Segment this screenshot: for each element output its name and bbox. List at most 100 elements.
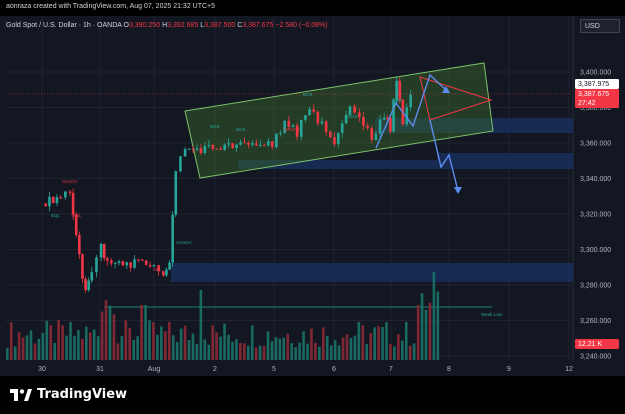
- volume-bar: [164, 331, 167, 360]
- x-tick-label: 5: [272, 366, 276, 373]
- volume-bar: [318, 346, 321, 360]
- volume-bar: [171, 335, 175, 360]
- tradingview-brand[interactable]: TradingView: [10, 387, 127, 402]
- candle-body: [215, 148, 219, 150]
- candle-body: [106, 258, 109, 261]
- y-tick-label: 3,320.000: [580, 212, 611, 219]
- volume-bar: [432, 272, 436, 360]
- volume-bar: [294, 347, 297, 360]
- volume-bar: [377, 326, 380, 360]
- candle-body: [366, 125, 369, 129]
- volume-bar: [140, 305, 143, 360]
- x-tick-label: 12: [565, 366, 573, 373]
- candle-body: [266, 141, 270, 146]
- candle-body: [102, 243, 106, 259]
- volume-bar: [124, 320, 128, 360]
- candle-body: [279, 132, 282, 134]
- volume-bar: [25, 335, 29, 360]
- candle-body: [287, 120, 291, 127]
- volume-bar: [369, 333, 372, 360]
- structure-label: BOS: [236, 127, 246, 132]
- volume-bar: [57, 320, 60, 360]
- volume-bar: [211, 325, 214, 360]
- volume-bar: [61, 325, 64, 360]
- volume-bar: [104, 300, 108, 360]
- volume-bar: [77, 329, 80, 360]
- candle-body: [195, 148, 199, 150]
- brand-text: TradingView: [37, 387, 128, 402]
- y-tick-label: 3,300.000: [580, 247, 611, 254]
- candle-body: [333, 137, 336, 145]
- structure-label: BSL: [73, 213, 82, 218]
- volume-bar: [401, 340, 404, 360]
- volume-bar: [243, 343, 246, 360]
- volume-bar: [215, 332, 218, 360]
- x-tick-label: Aug: [148, 366, 161, 373]
- candle-body: [64, 191, 67, 198]
- candle-body: [207, 144, 211, 147]
- volume-bar: [329, 345, 333, 360]
- candle-body: [358, 112, 361, 117]
- candle-body: [165, 269, 168, 276]
- candle-body: [259, 144, 262, 146]
- candle-body: [162, 271, 165, 276]
- volume-bar: [416, 305, 420, 360]
- symbol-name[interactable]: Gold Spot / U.S. Dollar · 1h · OANDA: [6, 22, 122, 29]
- candle-body: [353, 106, 356, 113]
- candle-body: [255, 143, 258, 146]
- price-chart[interactable]: 3,400.0003,380.0003,360.0003,340.0003,32…: [0, 16, 625, 376]
- volume-bar: [41, 332, 45, 360]
- volume-bar: [100, 311, 104, 360]
- candle-body: [243, 142, 246, 144]
- candle-body: [203, 146, 207, 153]
- arrowhead-down: [454, 187, 462, 194]
- high-value: 3,392.685: [167, 22, 199, 29]
- volume-bar: [274, 337, 278, 360]
- candle-body: [68, 191, 72, 193]
- volume-bar: [21, 337, 25, 360]
- candle-body: [304, 115, 307, 120]
- volume-bar: [231, 341, 234, 360]
- currency-button[interactable]: USD: [580, 19, 620, 33]
- candle-body: [55, 197, 59, 204]
- x-tick-label: 7: [389, 366, 393, 373]
- candle-body: [174, 171, 178, 215]
- volume-bar: [290, 343, 293, 360]
- volume-bar: [412, 343, 416, 360]
- volume-bar: [219, 336, 222, 360]
- last-price-label: 3,387.675: [578, 91, 609, 98]
- candle-body: [247, 142, 250, 145]
- volume-bar: [258, 345, 262, 360]
- volume-bar: [227, 334, 230, 360]
- candle-body: [137, 259, 140, 261]
- volume-bar: [365, 344, 369, 360]
- volume-bar: [45, 320, 49, 360]
- volume-bar: [404, 321, 408, 360]
- volume-bar: [195, 344, 199, 360]
- candle-body: [370, 128, 374, 140]
- volume-bar: [183, 325, 187, 360]
- candle-body: [84, 278, 87, 291]
- volume-bar: [357, 322, 361, 360]
- candle-body: [81, 254, 84, 279]
- structure-label: CHoCH: [62, 179, 78, 184]
- volume-bar: [270, 341, 274, 360]
- volume-bar: [116, 343, 120, 360]
- volume-bar: [436, 291, 440, 360]
- y-tick-label: 3,340.000: [580, 176, 611, 183]
- volume-bar: [203, 339, 207, 360]
- volume-bar: [306, 343, 309, 360]
- candle-body: [144, 260, 148, 265]
- volume-bar: [156, 334, 159, 360]
- symbol-legend: Gold Spot / U.S. Dollar · 1h · OANDA O3,…: [6, 22, 328, 29]
- y-tick-label: 3,260.000: [580, 318, 611, 325]
- volume-bar: [53, 342, 56, 360]
- structure-label: CHoCH: [284, 127, 300, 132]
- volume-bar: [175, 341, 179, 360]
- x-tick-label: 31: [96, 366, 104, 373]
- y-tick-label: 3,400.000: [580, 70, 611, 77]
- volume-bar: [254, 347, 258, 360]
- volume-bar: [65, 335, 68, 360]
- candle-body: [299, 119, 303, 137]
- candle-body: [59, 197, 62, 199]
